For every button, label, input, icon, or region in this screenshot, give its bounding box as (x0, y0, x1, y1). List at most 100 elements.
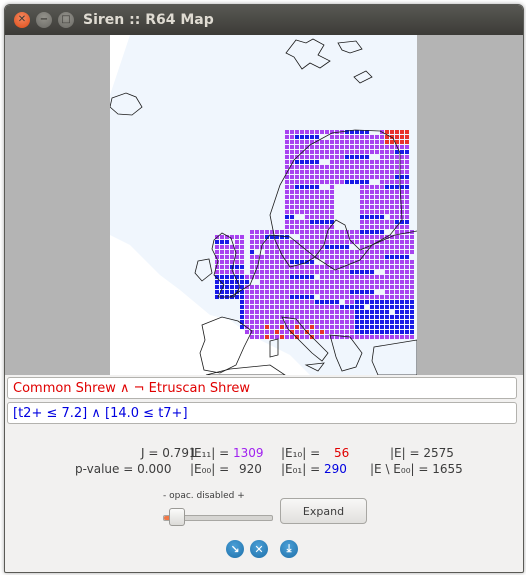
map-cell (225, 290, 229, 294)
cancel-icon[interactable]: ✕ (250, 540, 268, 558)
map-cell (385, 245, 389, 249)
map-cell (255, 230, 259, 234)
map-cell (395, 280, 399, 284)
map-cell (300, 155, 304, 159)
map-cell (215, 290, 219, 294)
map-cell (325, 200, 329, 204)
map-cell (340, 170, 344, 174)
map-cell (270, 285, 274, 289)
map-cell (360, 320, 364, 324)
map-cell (235, 265, 239, 269)
map-cell (400, 225, 404, 229)
map-cell (400, 265, 404, 269)
map-cell (395, 265, 399, 269)
map-cell (320, 235, 324, 239)
map-cell (335, 305, 339, 309)
map-cell (340, 280, 344, 284)
map-cell (240, 280, 244, 284)
map-cell (265, 270, 269, 274)
map-cell (290, 130, 294, 134)
map-cell (240, 265, 244, 269)
map-cell (350, 135, 354, 139)
title-bar[interactable]: ✕ − □ Siren :: R64 Map (5, 5, 523, 35)
map-cell (345, 270, 349, 274)
download-icon[interactable]: ⤓ (280, 540, 298, 558)
map-cell (330, 315, 334, 319)
map-cell (305, 280, 309, 284)
map-cell (220, 250, 224, 254)
map-cell (275, 290, 279, 294)
map-cell (300, 320, 304, 324)
map-cell (255, 300, 259, 304)
map-cell (230, 280, 234, 284)
map-cell (280, 275, 284, 279)
map-cell (320, 295, 324, 299)
right-query-field[interactable]: [t2+ ≤ 7.2] ∧ [14.0 ≤ t7+] (7, 402, 517, 424)
map-cell (300, 210, 304, 214)
arrow-down-right-icon[interactable]: ↘ (226, 540, 244, 558)
map-cell (320, 130, 324, 134)
map-cell (270, 280, 274, 284)
europe-map[interactable] (110, 35, 417, 375)
map-cell (350, 310, 354, 314)
map-cell (350, 155, 354, 159)
map-cell (220, 275, 224, 279)
map-cell (400, 165, 404, 169)
map-cell (370, 150, 374, 154)
map-cell (335, 180, 339, 184)
map-cell (325, 285, 329, 289)
map-cell (375, 215, 379, 219)
map-cell (315, 300, 319, 304)
maximize-icon[interactable]: □ (58, 12, 74, 28)
map-cell (315, 165, 319, 169)
map-cell (405, 310, 409, 314)
map-cell (345, 295, 349, 299)
map-cell (375, 220, 379, 224)
map-cell (360, 285, 364, 289)
map-cell (320, 285, 324, 289)
map-cell (380, 150, 384, 154)
map-cell (285, 195, 289, 199)
map-cell (365, 325, 369, 329)
map-cell (310, 205, 314, 209)
map-cell (235, 245, 239, 249)
map-cell (400, 300, 404, 304)
left-query-field[interactable]: Common Shrew ∧ ¬ Etruscan Shrew (7, 377, 517, 399)
map-cell (385, 205, 389, 209)
map-cell (265, 295, 269, 299)
map-cell (295, 205, 299, 209)
map-view[interactable] (110, 35, 417, 375)
map-cell (385, 190, 389, 194)
map-cell (285, 205, 289, 209)
map-cell (410, 310, 414, 314)
map-cell (390, 170, 394, 174)
map-cell (330, 150, 334, 154)
map-cell (285, 300, 289, 304)
map-cell (375, 245, 379, 249)
expand-button[interactable]: Expand (280, 498, 367, 524)
map-cell (295, 250, 299, 254)
map-cell (355, 255, 359, 259)
map-cell (260, 305, 264, 309)
map-cell (400, 310, 404, 314)
map-cell (330, 325, 334, 329)
map-cell (250, 240, 254, 244)
map-cell (370, 305, 374, 309)
map-cell (405, 240, 409, 244)
map-cell (305, 320, 309, 324)
map-cell (405, 140, 409, 144)
map-cell (295, 305, 299, 309)
close-icon[interactable]: ✕ (14, 12, 30, 28)
map-cell (350, 295, 354, 299)
map-cell (305, 155, 309, 159)
map-cell (345, 280, 349, 284)
opacity-slider-handle[interactable] (169, 508, 185, 526)
map-cell (285, 210, 289, 214)
minimize-icon[interactable]: − (36, 12, 52, 28)
map-cell (250, 315, 254, 319)
map-cell (350, 315, 354, 319)
map-cell (370, 165, 374, 169)
map-cell (360, 235, 364, 239)
map-cell (360, 275, 364, 279)
map-cell (285, 145, 289, 149)
